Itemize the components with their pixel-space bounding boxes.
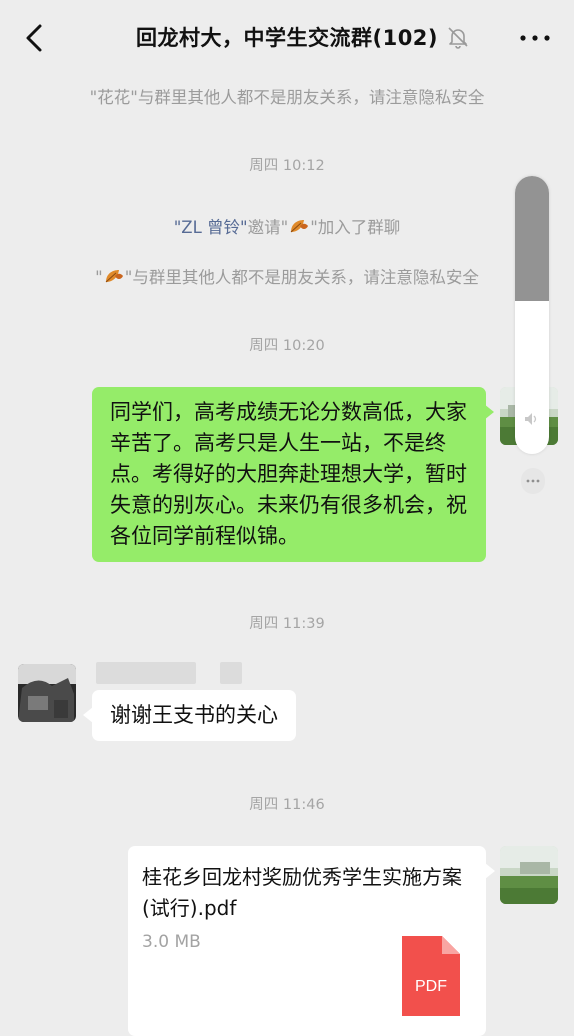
group-name: 回龙村大，中学生交流群 bbox=[135, 26, 373, 50]
timestamp: 周四 11:46 bbox=[249, 797, 325, 813]
avatar[interactable] bbox=[18, 664, 76, 722]
file-name: 桂花乡回龙村奖励优秀学生实施方案(试行).pdf bbox=[142, 865, 462, 920]
system-privacy-notice: "花花"与群里其他人都不是朋友关系，请注意隐私安全 bbox=[89, 88, 485, 107]
chat-title: 回龙村大，中学生交流群(102) bbox=[0, 22, 574, 52]
timestamp: 周四 10:12 bbox=[249, 158, 325, 174]
leaf-icon bbox=[290, 220, 309, 233]
file-size: 3.0 MB bbox=[142, 932, 201, 952]
timestamp: 周四 11:39 bbox=[249, 616, 325, 632]
avatar[interactable] bbox=[500, 846, 558, 904]
pdf-file-icon: PDF bbox=[402, 936, 460, 1016]
bubble-tail bbox=[485, 863, 495, 879]
bubble-tail bbox=[484, 404, 494, 420]
received-message-bubble[interactable]: 谢谢王支书的关心 bbox=[92, 690, 296, 741]
timestamp: 周四 10:20 bbox=[249, 338, 325, 354]
bubble-tail bbox=[83, 707, 93, 723]
chat-header: 回龙村大，中学生交流群(102) bbox=[0, 0, 574, 76]
mute-bell-icon bbox=[448, 27, 468, 49]
leaf-icon bbox=[105, 270, 123, 283]
member-count: (102) bbox=[372, 26, 439, 50]
sent-message-bubble[interactable]: 同学们，高考成绩无论分数高低，大家辛苦了。高考只是人生一站，不是终点。考得好的大… bbox=[92, 387, 486, 562]
more-dots-icon[interactable] bbox=[518, 26, 552, 50]
more-dots-icon[interactable] bbox=[521, 468, 545, 494]
inviter-link[interactable]: "ZL 曾铃" bbox=[174, 218, 248, 237]
file-message-card[interactable]: 桂花乡回龙村奖励优秀学生实施方案(试行).pdf 3.0 MB PDF bbox=[128, 846, 486, 1036]
sender-name-blurred bbox=[96, 662, 196, 684]
system-privacy-notice: " "与群里其他人都不是朋友关系，请注意隐私安全 bbox=[95, 268, 479, 287]
sender-name-blurred bbox=[220, 662, 242, 684]
volume-slider[interactable] bbox=[515, 176, 549, 454]
system-invite-notice: "ZL 曾铃"邀请" "加入了群聊 bbox=[173, 218, 401, 237]
volume-level-fill bbox=[515, 176, 549, 302]
speaker-icon bbox=[525, 413, 537, 425]
pdf-label: PDF bbox=[415, 978, 447, 995]
